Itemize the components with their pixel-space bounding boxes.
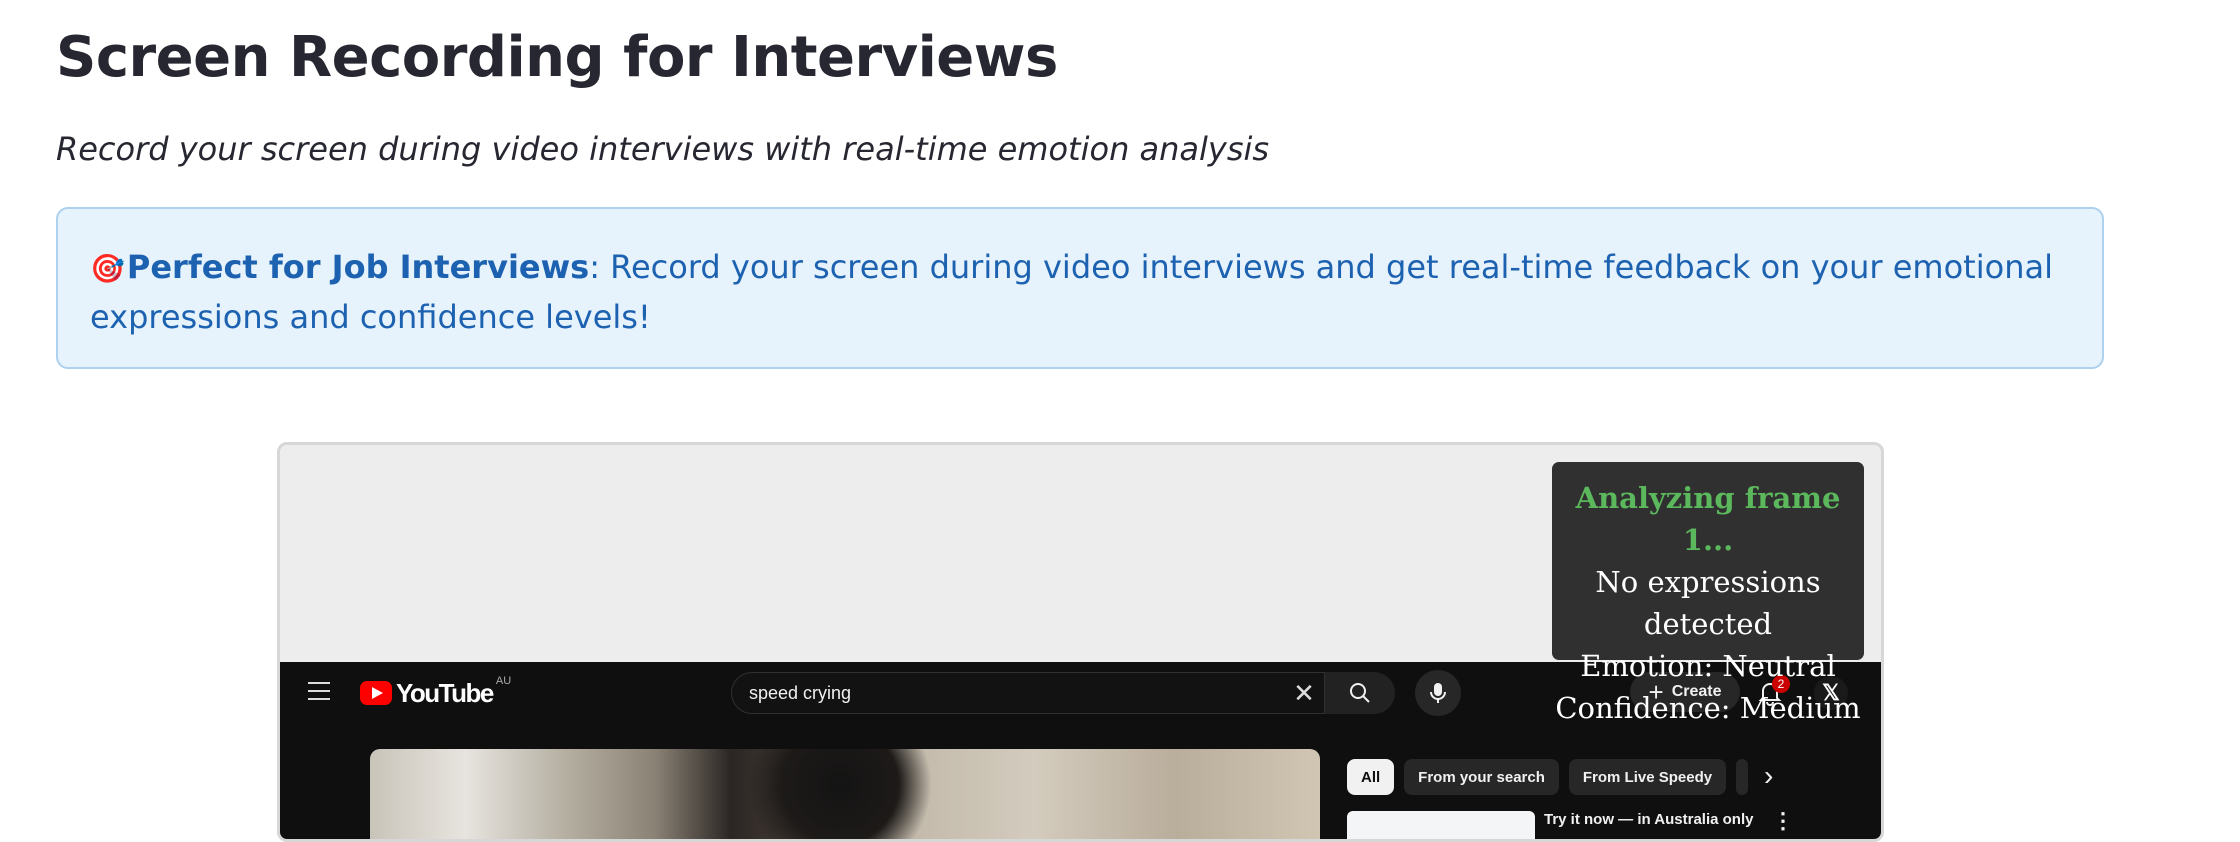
emotion-readout: Emotion: Neutral [1580,649,1836,683]
expressions-readout: No expressions detected [1595,565,1821,641]
clear-search-icon[interactable]: ✕ [1284,673,1324,713]
chip-from-your-search[interactable]: From your search [1404,759,1559,795]
microphone-icon [1430,683,1446,703]
analysis-status: Analyzing frame 1... [1575,481,1841,557]
target-icon: 🎯 [90,252,125,285]
youtube-logo[interactable]: YouTube AU [360,675,511,708]
screen-recording-preview: Analyzing frame 1... No expressions dete… [277,442,1884,842]
side-video-title[interactable]: Try it now — in Australia only [1544,811,1753,828]
search-query[interactable]: speed crying [732,683,1284,704]
page-subtitle: Record your screen during video intervie… [56,130,1270,168]
chip-all[interactable]: All [1347,759,1395,795]
more-options-icon[interactable]: ⋮ [1772,808,1794,834]
chevron-right-icon[interactable]: › [1764,762,1773,790]
youtube-logo-text: YouTube [396,677,494,708]
search-button[interactable] [1325,672,1395,714]
confidence-readout: Confidence: Medium [1555,691,1861,725]
region-code: AU [495,675,512,687]
emotion-analysis-overlay: Analyzing frame 1... No expressions dete… [1552,462,1864,725]
video-player[interactable] [370,749,1320,839]
info-alert: 🎯Perfect for Job Interviews: Record your… [56,207,2104,369]
info-alert-heading: Perfect for Job Interviews [126,248,590,286]
youtube-play-icon [360,681,392,705]
filter-chips: All From your search From Live Speedy [1347,759,1749,795]
hamburger-menu-icon[interactable] [308,682,330,700]
search-input[interactable]: speed crying ✕ [731,672,1325,714]
chip-from-live-speedy[interactable]: From Live Speedy [1568,759,1727,795]
page-title: Screen Recording for Interviews [56,25,1058,90]
chip-overflow[interactable] [1736,759,1749,795]
side-video-thumbnail[interactable] [1347,811,1535,839]
search-icon [1350,683,1370,703]
voice-search-button[interactable] [1415,670,1461,716]
